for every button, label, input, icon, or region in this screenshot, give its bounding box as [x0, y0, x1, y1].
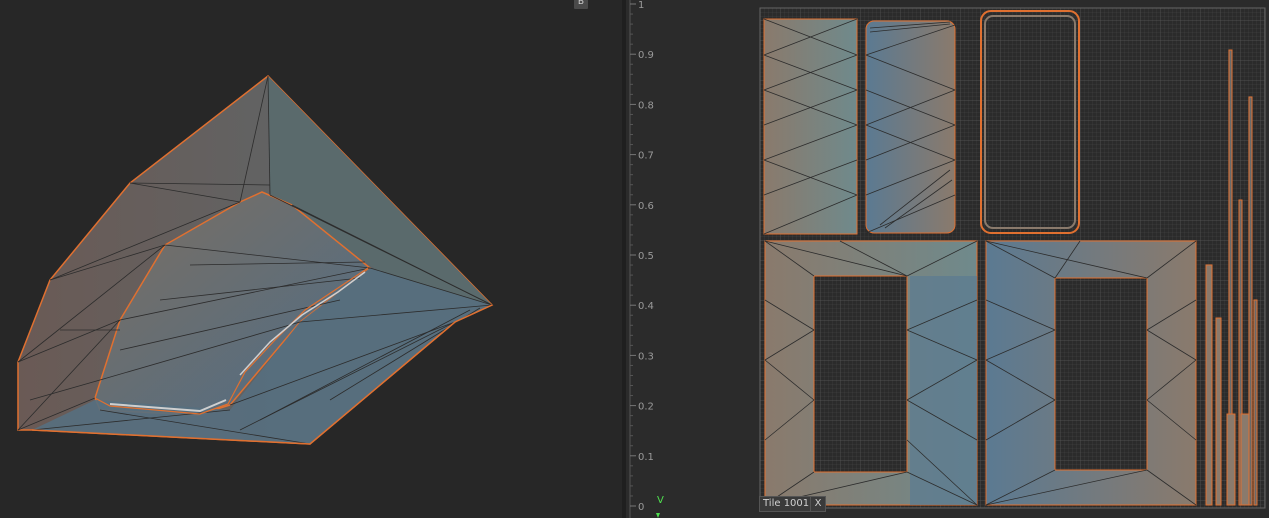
tile-label: Tile 1001: [759, 496, 814, 512]
tile-close-button[interactable]: X: [810, 496, 826, 512]
uv-canvas[interactable]: [0, 0, 1269, 518]
uv-island-2: [865, 20, 956, 234]
uv-island-1: [763, 18, 858, 235]
